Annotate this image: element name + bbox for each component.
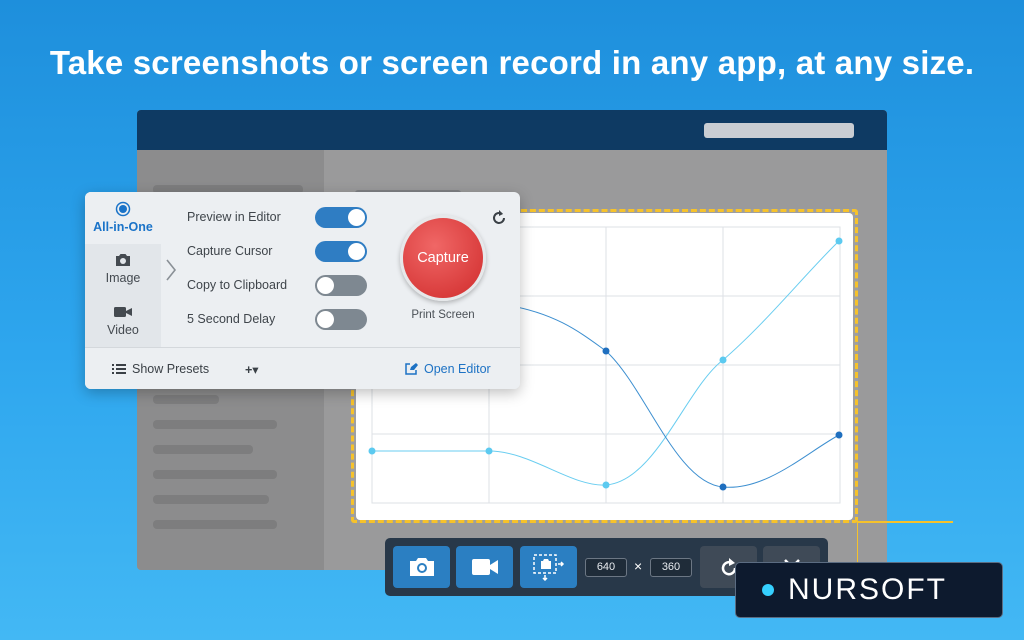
height-field[interactable]: 360 [650, 558, 692, 577]
data-point [719, 483, 727, 491]
video-camera-icon [85, 304, 161, 320]
mode-all-in-one[interactable]: All-in-One [85, 192, 161, 244]
option-label-preview: Preview in Editor [187, 210, 281, 224]
camera-icon [409, 558, 434, 576]
data-point [368, 447, 376, 455]
toggle-5-second-delay[interactable] [315, 309, 367, 330]
sidebar-line [153, 495, 269, 504]
region-select-icon [532, 554, 564, 581]
app-title-bar [137, 110, 887, 150]
show-presets-button[interactable]: Show Presets [112, 362, 209, 376]
option-label-delay: 5 Second Delay [187, 312, 276, 326]
series-dark-line [505, 304, 840, 488]
mode-image[interactable]: Image [85, 243, 161, 295]
region-capture-button[interactable] [520, 546, 577, 588]
mode-video[interactable]: Video [85, 295, 161, 347]
open-editor-button[interactable]: Open Editor [404, 362, 491, 376]
sidebar-line [153, 520, 277, 529]
app-search-placeholder [704, 123, 854, 138]
sidebar-line [153, 445, 253, 454]
data-point [835, 431, 843, 439]
add-preset-button[interactable]: +▾ [245, 362, 259, 377]
video-camera-icon [471, 559, 498, 575]
toggle-copy-to-clipboard[interactable] [315, 275, 367, 296]
capture-panel: All-in-One Image Video Preview in Editor… [85, 192, 520, 389]
data-point [485, 447, 493, 455]
data-point [835, 237, 843, 245]
toggle-knob [317, 311, 334, 328]
list-icon [112, 364, 126, 374]
data-point [719, 356, 727, 364]
show-presets-label: Show Presets [132, 362, 210, 376]
reset-icon[interactable] [490, 209, 508, 227]
dimension-separator: × [634, 558, 643, 574]
data-point [602, 347, 610, 355]
sidebar-line [153, 470, 277, 479]
mode-label: Video [107, 323, 139, 337]
radio-dot-icon [85, 201, 161, 217]
panel-footer: Show Presets +▾ Open Editor [85, 347, 520, 389]
option-label-clipboard: Copy to Clipboard [187, 278, 288, 292]
toggle-knob [317, 277, 334, 294]
toggle-preview-in-editor[interactable] [315, 207, 367, 228]
data-point [602, 481, 610, 489]
headline: Take screenshots or screen record in any… [49, 44, 975, 81]
watermark-dot-icon [762, 584, 774, 596]
toggle-knob [348, 243, 365, 260]
capture-shortcut-label: Print Screen [411, 309, 475, 321]
record-video-button[interactable] [456, 546, 513, 588]
capture-button[interactable]: Capture [400, 215, 486, 301]
open-editor-label: Open Editor [424, 362, 491, 376]
edit-icon [405, 363, 418, 375]
mode-column: All-in-One Image Video [85, 192, 161, 347]
option-label-cursor: Capture Cursor [187, 244, 273, 258]
width-field[interactable]: 640 [585, 558, 627, 577]
camera-icon [85, 252, 161, 268]
sidebar-line [153, 395, 219, 404]
mode-label: Image [105, 271, 141, 285]
toggle-knob [348, 209, 365, 226]
crosshair-horizontal [857, 521, 953, 523]
watermark-text: NURSOFT [788, 573, 947, 606]
nursoft-watermark: NURSOFT [735, 562, 1003, 618]
mode-label: All-in-One [93, 220, 153, 234]
toggle-capture-cursor[interactable] [315, 241, 367, 262]
chevron-right-icon [166, 259, 177, 281]
screenshot-button[interactable] [393, 546, 450, 588]
sidebar-line [153, 420, 277, 429]
